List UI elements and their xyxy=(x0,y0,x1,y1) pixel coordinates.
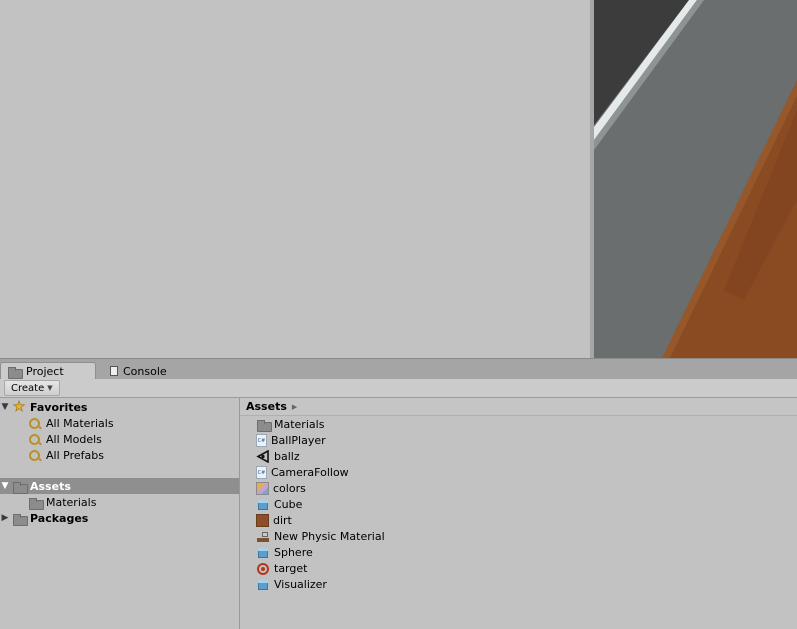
target-icon xyxy=(256,562,270,575)
asset-label: CameraFollow xyxy=(271,465,349,479)
asset-item-ballz[interactable]: ballz xyxy=(256,448,300,464)
folder-icon xyxy=(28,496,44,510)
material-icon xyxy=(256,513,269,527)
prefab-icon xyxy=(256,578,270,591)
tree-item-all-prefabs[interactable]: All Prefabs xyxy=(0,447,239,463)
csharp-script-icon: C# xyxy=(256,433,267,447)
assets-label: Assets xyxy=(30,479,71,493)
asset-item-new-physic-material[interactable]: New Physic Material xyxy=(256,528,385,544)
search-filter-icon xyxy=(28,417,42,430)
tree-item-label: All Prefabs xyxy=(46,448,104,462)
asset-label: Sphere xyxy=(274,545,313,559)
asset-item-camerafollow[interactable]: C# CameraFollow xyxy=(256,464,349,480)
tree-item-favorites[interactable]: ▼ ★ Favorites xyxy=(0,399,239,415)
tab-console[interactable]: Console xyxy=(104,362,194,380)
texture-icon xyxy=(256,481,269,495)
asset-label: New Physic Material xyxy=(274,529,385,543)
csharp-script-icon: C# xyxy=(256,465,267,479)
asset-label: Cube xyxy=(274,497,303,511)
asset-label: Visualizer xyxy=(274,577,327,591)
expand-arrow-icon[interactable]: ▼ xyxy=(0,481,10,491)
create-dropdown-button[interactable]: Create ▼ xyxy=(4,380,60,396)
prefab-icon xyxy=(256,498,270,511)
search-filter-icon xyxy=(28,433,42,446)
create-label: Create xyxy=(11,382,45,394)
project-tab-bar: Project Console xyxy=(0,358,797,380)
search-filter-icon xyxy=(28,449,42,462)
asset-item-target[interactable]: target xyxy=(256,560,307,576)
packages-label: Packages xyxy=(30,511,89,525)
prefab-icon xyxy=(256,546,270,559)
asset-item-visualizer[interactable]: Visualizer xyxy=(256,576,327,592)
tree-item-label: All Models xyxy=(46,432,102,446)
asset-label: Materials xyxy=(274,417,325,431)
inspector-empty-panel xyxy=(0,0,591,358)
asset-item-cube[interactable]: Cube xyxy=(256,496,302,512)
tab-project[interactable]: Project xyxy=(0,362,96,380)
breadcrumb-arrow-icon: ▶ xyxy=(291,402,298,411)
asset-item-colors[interactable]: colors xyxy=(256,480,306,496)
star-icon: ★ xyxy=(12,398,26,415)
asset-item-sphere[interactable]: Sphere xyxy=(256,544,313,560)
collapse-arrow-icon[interactable]: ▶ xyxy=(0,513,10,523)
asset-item-dirt[interactable]: dirt xyxy=(256,512,292,528)
dropdown-caret-icon: ▼ xyxy=(47,384,53,392)
console-icon xyxy=(110,366,118,376)
project-folder-tree: ▼ ★ Favorites All Materials All Models A… xyxy=(0,398,240,629)
tree-item-label: Materials xyxy=(46,495,97,509)
tree-item-materials[interactable]: Materials xyxy=(0,494,239,510)
asset-label: dirt xyxy=(273,513,292,527)
folder-icon xyxy=(7,365,23,379)
folder-icon xyxy=(256,418,272,432)
asset-item-materials[interactable]: Materials xyxy=(256,416,324,432)
tree-item-all-materials[interactable]: All Materials xyxy=(0,415,239,431)
breadcrumb: Assets ▶ xyxy=(240,398,797,416)
asset-item-ballplayer[interactable]: C# BallPlayer xyxy=(256,432,326,448)
asset-label: BallPlayer xyxy=(271,433,326,447)
asset-label: ballz xyxy=(274,449,300,463)
scene-render xyxy=(594,0,797,358)
physic-material-icon xyxy=(256,530,270,543)
project-toolbar: Create ▼ xyxy=(0,379,797,398)
tab-console-label: Console xyxy=(123,364,167,378)
asset-label: target xyxy=(274,561,308,575)
folder-icon xyxy=(12,480,28,494)
asset-list-panel: Assets ▶ Materials C# BallPlayer ballz C… xyxy=(240,398,797,629)
favorites-label: Favorites xyxy=(30,400,88,414)
tree-item-label: All Materials xyxy=(46,416,114,430)
tree-item-all-models[interactable]: All Models xyxy=(0,431,239,447)
tree-item-assets[interactable]: ▼ Assets xyxy=(0,478,239,494)
asset-label: colors xyxy=(273,481,306,495)
tab-project-label: Project xyxy=(26,365,64,378)
expand-arrow-icon[interactable]: ▼ xyxy=(0,402,10,412)
tree-item-packages[interactable]: ▶ Packages xyxy=(0,510,239,526)
breadcrumb-assets[interactable]: Assets xyxy=(246,400,287,413)
folder-icon xyxy=(12,512,28,526)
scene-view[interactable] xyxy=(594,0,797,358)
unity-scene-icon xyxy=(256,449,270,463)
